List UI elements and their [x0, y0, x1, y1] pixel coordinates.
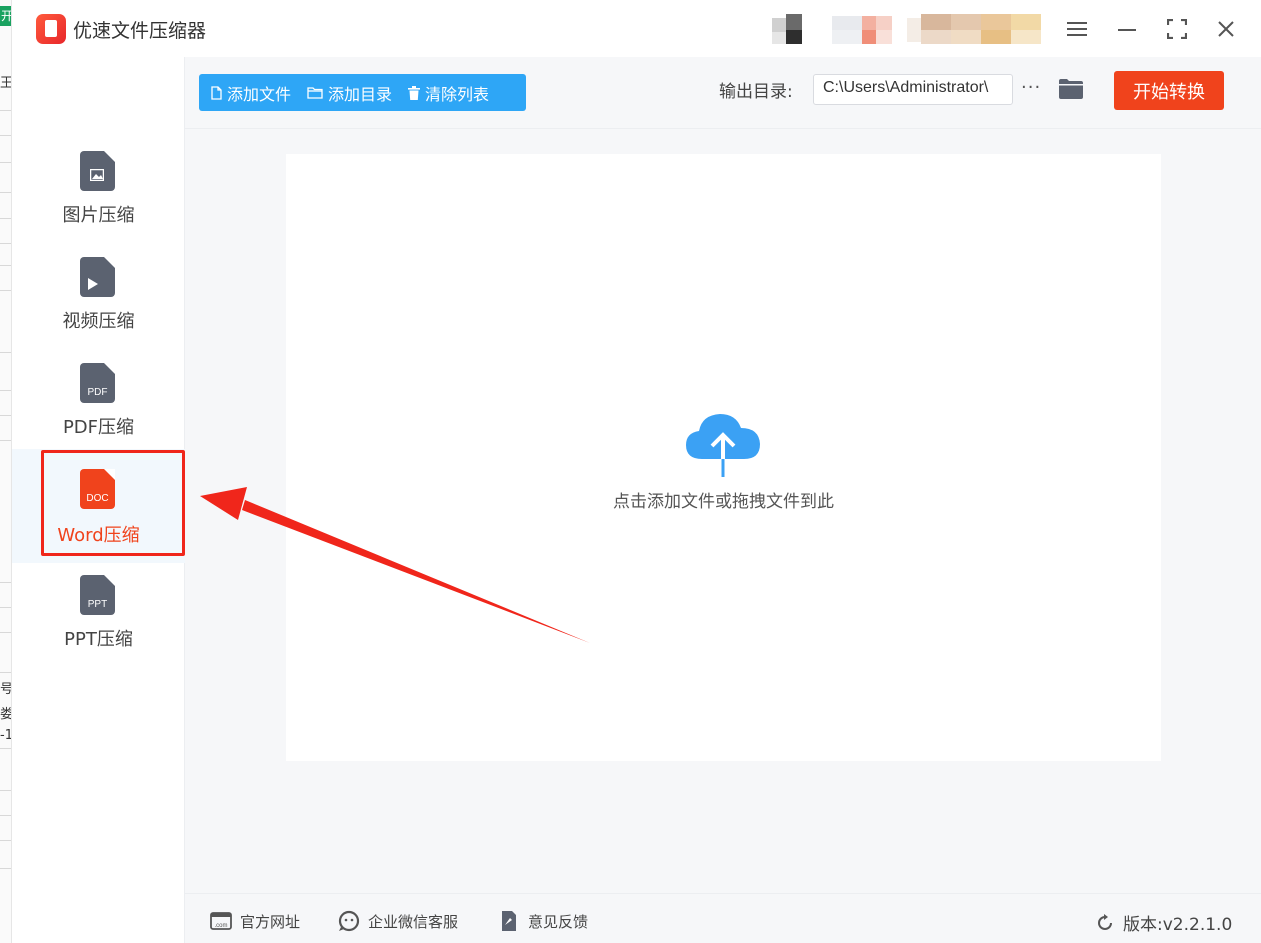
trash-icon: [408, 85, 421, 100]
video-file-icon: [80, 257, 115, 297]
background-cell-top: 开: [0, 6, 11, 26]
wechat-support-label: 企业微信客服: [368, 912, 459, 931]
version-label: 版本:v2.2.1.0: [1123, 915, 1233, 935]
wechat-support-icon: [338, 910, 360, 932]
feedback-link[interactable]: 意见反馈: [498, 910, 588, 932]
clear-list-button[interactable]: 清除列表: [400, 74, 497, 111]
official-website-label: 官方网址: [240, 912, 301, 931]
toolbar: 添加文件 添加目录 清除列表 输出目录: C:\Users\Administra…: [185, 57, 1261, 129]
drop-hint-text: 点击添加文件或拖拽文件到此: [613, 492, 834, 512]
add-file-label: 添加文件: [227, 84, 292, 104]
background-cell: 号: [0, 682, 12, 697]
folder-outline-icon: [307, 87, 323, 99]
file-drop-zone[interactable]: 点击添加文件或拖拽文件到此: [286, 154, 1161, 761]
background-cell: -1: [0, 728, 12, 743]
output-dir-label: 输出目录:: [719, 82, 793, 102]
output-dir-field[interactable]: C:\Users\Administrator\: [813, 74, 1013, 105]
app-window: 优速文件压缩器 图片压缩 视频压缩 PDF PDF压缩 DOC Word压缩 P…: [12, 0, 1261, 943]
menu-icon[interactable]: [1060, 12, 1094, 46]
app-title: 优速文件压缩器: [73, 20, 207, 42]
cloud-upload-icon: [686, 414, 760, 477]
footer: .com 官方网址 企业微信客服 意见反馈 版本:v2.2.1.0: [185, 893, 1261, 943]
background-window-strip: 开 王 号 娄 -1: [0, 0, 12, 943]
pdf-file-icon: PDF: [80, 363, 115, 403]
maximize-icon[interactable]: [1160, 12, 1194, 46]
blurred-username: [832, 14, 892, 46]
ppt-file-icon: PPT: [80, 575, 115, 615]
sidebar-item-video-compress[interactable]: 视频压缩: [12, 257, 185, 361]
annotation-highlight-box: [41, 450, 185, 556]
background-cell: 王: [0, 76, 12, 91]
clear-list-label: 清除列表: [425, 84, 490, 104]
sidebar-item-image-compress[interactable]: 图片压缩: [12, 151, 185, 255]
sidebar-item-label: 图片压缩: [62, 205, 135, 226]
file-button-group: 添加文件 添加目录 清除列表: [199, 74, 526, 111]
open-folder-icon[interactable]: [1059, 79, 1083, 99]
version-info: 版本:v2.2.1.0: [1095, 910, 1232, 935]
sidebar-item-label: 视频压缩: [62, 311, 135, 332]
add-folder-label: 添加目录: [328, 84, 393, 104]
background-cell: 娄: [0, 707, 12, 722]
app-logo-icon: [36, 14, 66, 44]
refresh-icon: [1098, 913, 1112, 930]
wechat-support-link[interactable]: 企业微信客服: [338, 910, 458, 932]
file-icon: [211, 85, 222, 100]
sidebar-item-ppt-compress[interactable]: PPT PPT压缩: [12, 575, 185, 679]
blurred-badge: [907, 14, 1041, 46]
image-file-icon: [80, 151, 115, 191]
add-folder-button[interactable]: 添加目录: [299, 74, 400, 111]
svg-text:.com: .com: [214, 923, 227, 929]
title-bar: 优速文件压缩器: [12, 0, 1261, 57]
feedback-label: 意见反馈: [528, 912, 589, 931]
start-convert-button[interactable]: 开始转换: [1114, 71, 1224, 110]
sidebar-item-label: PDF压缩: [62, 417, 135, 438]
more-options-icon[interactable]: ···: [1021, 77, 1041, 98]
add-file-button[interactable]: 添加文件: [199, 74, 299, 111]
feedback-icon: [502, 911, 516, 931]
website-icon: .com: [210, 912, 232, 930]
close-icon[interactable]: [1209, 12, 1243, 46]
sidebar-item-label: PPT压缩: [64, 629, 133, 650]
minimize-icon[interactable]: [1110, 12, 1144, 46]
official-website-link[interactable]: .com 官方网址: [210, 910, 300, 932]
